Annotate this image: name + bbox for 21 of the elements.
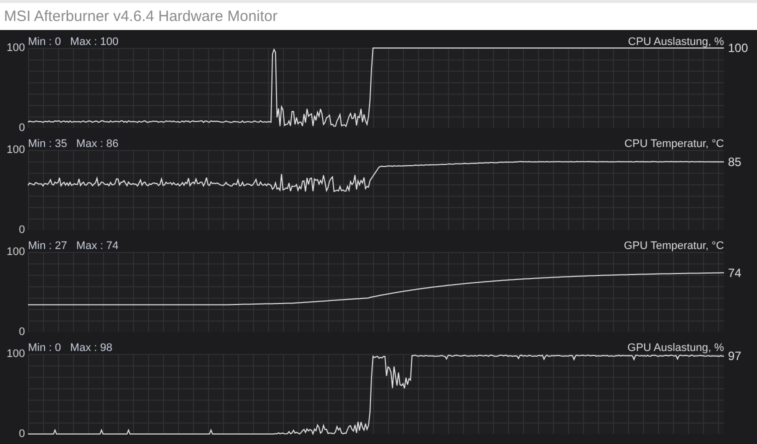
- window-title: MSI Afterburner v4.6.4 Hardware Monitor: [4, 8, 278, 25]
- axis-tick: 100: [6, 144, 25, 156]
- min-max-label: Min : 35 Max : 86: [28, 138, 118, 150]
- graph-name: CPU Auslastung, %: [628, 36, 724, 48]
- graph-name: GPU Auslastung, %: [627, 342, 724, 354]
- axis-tick: 0: [18, 224, 25, 236]
- current-value: 97: [728, 350, 742, 362]
- axis-tick: 100: [6, 246, 25, 258]
- min-max-label: Min : 0 Max : 100: [28, 36, 118, 48]
- axis-tick: 100: [6, 348, 25, 360]
- current-value: 100: [728, 42, 748, 54]
- axis-tick: 0: [18, 326, 25, 338]
- current-value: 85: [728, 156, 742, 168]
- min-max-label: Min : 27 Max : 74: [28, 240, 118, 252]
- min-max-label: Min : 0 Max : 98: [28, 342, 112, 354]
- axis-tick: 0: [18, 428, 25, 440]
- graph-name: GPU Temperatur, °C: [624, 240, 724, 252]
- graph-name: CPU Temperatur, °C: [624, 138, 724, 150]
- axis-tick: 100: [6, 42, 25, 54]
- axis-tick: 0: [18, 122, 25, 134]
- current-value: 74: [728, 266, 742, 279]
